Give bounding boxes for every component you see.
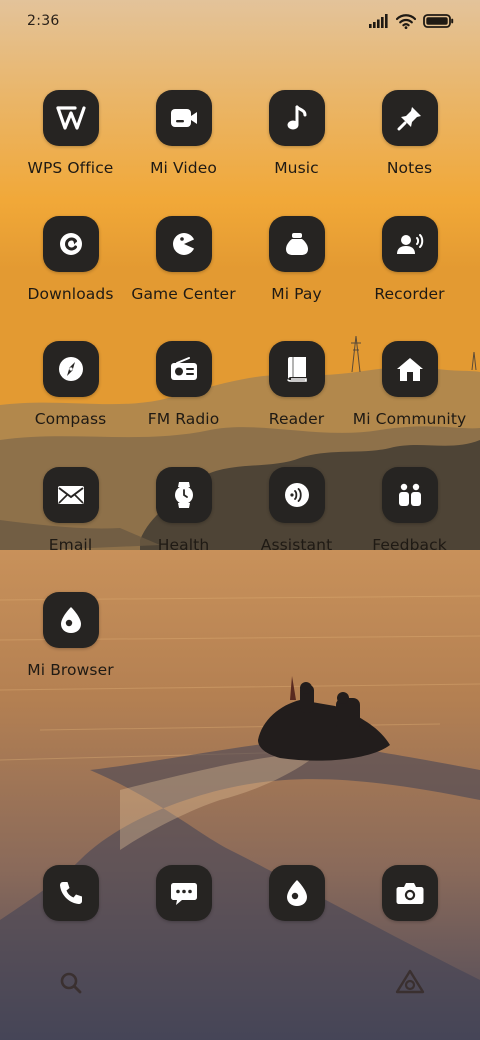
status-bar: 2:36 bbox=[0, 0, 480, 42]
watch-icon[interactable] bbox=[155, 466, 212, 523]
app-feedback[interactable]: Feedback bbox=[353, 466, 466, 593]
feedback-icon[interactable] bbox=[381, 466, 438, 523]
app-mi-video[interactable]: Mi Video bbox=[127, 90, 240, 216]
search-icon[interactable] bbox=[58, 970, 84, 996]
bottom-bar bbox=[0, 962, 480, 1002]
home-icon[interactable] bbox=[381, 341, 438, 397]
app-notes[interactable]: Notes bbox=[353, 90, 466, 216]
app-reader[interactable]: Reader bbox=[240, 341, 353, 467]
music-note-icon[interactable] bbox=[268, 90, 325, 146]
app-assistant[interactable]: Assistant bbox=[240, 466, 353, 593]
app-game-center[interactable]: Game Center bbox=[127, 215, 240, 342]
app-mi-pay[interactable]: Mi Pay bbox=[240, 215, 353, 342]
phone-icon[interactable] bbox=[42, 865, 99, 921]
app-mi-community[interactable]: Mi Community bbox=[353, 341, 466, 467]
app-label: Downloads bbox=[27, 284, 114, 303]
pin-icon[interactable] bbox=[381, 90, 438, 146]
app-label: Music bbox=[274, 159, 319, 177]
app-fm-radio[interactable]: FM Radio bbox=[127, 341, 240, 467]
app-health[interactable]: Health bbox=[127, 466, 240, 593]
app-label: Assistant bbox=[260, 535, 333, 554]
app-label: FM Radio bbox=[147, 410, 220, 428]
browser-icon[interactable] bbox=[42, 592, 99, 648]
app-music[interactable]: Music bbox=[240, 90, 353, 216]
app-label: Reader bbox=[268, 410, 325, 428]
signal-icon bbox=[369, 14, 388, 28]
app-recorder[interactable]: Recorder bbox=[353, 215, 466, 342]
app-label: Mi Community bbox=[352, 410, 467, 428]
radio-icon[interactable] bbox=[155, 341, 212, 397]
wifi-icon bbox=[396, 13, 416, 29]
app-wps-office[interactable]: WPS Office bbox=[14, 90, 127, 216]
app-label: Feedback bbox=[372, 535, 447, 554]
app-label: Mi Pay bbox=[271, 284, 322, 303]
battery-icon bbox=[423, 14, 454, 28]
compass-icon[interactable] bbox=[42, 341, 99, 397]
recorder-icon[interactable] bbox=[381, 215, 438, 272]
app-label: WPS Office bbox=[27, 159, 114, 177]
app-label: Notes bbox=[386, 159, 433, 177]
app-label: Mi Video bbox=[150, 159, 217, 177]
mi-video-icon[interactable] bbox=[155, 90, 212, 146]
app-label: Email bbox=[48, 535, 93, 554]
status-time: 2:36 bbox=[27, 13, 60, 29]
app-grid: WPS Office Mi Video Music Notes Download… bbox=[14, 90, 466, 718]
assistant-icon[interactable] bbox=[268, 466, 325, 523]
book-icon[interactable] bbox=[268, 341, 325, 397]
app-label: Mi Browser bbox=[27, 661, 114, 679]
app-compass[interactable]: Compass bbox=[14, 341, 127, 467]
game-center-icon[interactable] bbox=[155, 215, 212, 272]
camera-icon[interactable] bbox=[381, 865, 438, 921]
app-email[interactable]: Email bbox=[14, 466, 127, 593]
app-label: Health bbox=[157, 535, 210, 554]
downloads-icon[interactable] bbox=[42, 215, 99, 272]
app-mi-browser[interactable]: Mi Browser bbox=[14, 592, 127, 718]
app-label: Compass bbox=[34, 410, 107, 428]
message-icon[interactable] bbox=[155, 865, 212, 921]
status-icons bbox=[369, 13, 454, 29]
mi-pay-icon[interactable] bbox=[268, 215, 325, 272]
assistant-triangle-icon[interactable] bbox=[395, 968, 425, 996]
app-downloads[interactable]: Downloads bbox=[14, 215, 127, 342]
app-label: Game Center bbox=[131, 284, 236, 303]
app-label: Recorder bbox=[374, 284, 445, 303]
dock bbox=[14, 865, 466, 921]
wps-office-icon[interactable] bbox=[42, 90, 99, 146]
envelope-icon[interactable] bbox=[42, 466, 99, 523]
browser-icon[interactable] bbox=[268, 865, 325, 921]
